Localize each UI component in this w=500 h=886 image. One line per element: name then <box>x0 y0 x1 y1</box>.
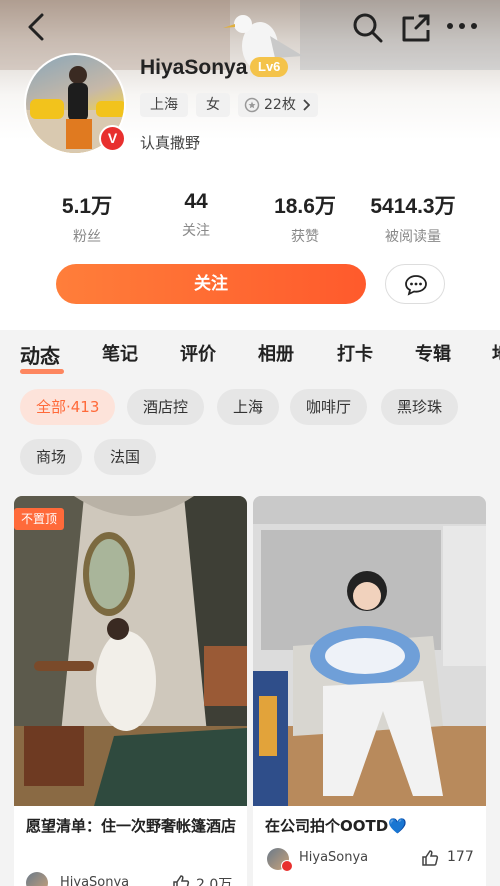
tab-checkin[interactable]: 打卡 <box>337 340 373 366</box>
content-tabs: 动态 笔记 评价 相册 打卡 专辑 地 <box>0 340 500 376</box>
chip-cafe[interactable]: 咖啡厅 <box>290 389 368 425</box>
back-icon[interactable] <box>24 12 50 42</box>
tag-gender: 女 <box>196 93 230 117</box>
verified-icon: V <box>99 125 126 152</box>
verified-icon <box>281 860 293 872</box>
post-image <box>253 496 486 806</box>
bio: 认真撒野 <box>140 134 201 152</box>
chip-france[interactable]: 法国 <box>94 439 157 475</box>
post-card[interactable]: 愿望清单：住一次野奢帐篷酒店 HiyaSonya 2.0万 <box>14 496 247 886</box>
chip-all[interactable]: 全部·413 <box>20 389 116 425</box>
post-image <box>14 496 247 806</box>
post-card[interactable]: 在公司拍个OOTD💙 HiyaSonya 177 <box>253 496 486 886</box>
stat-reads[interactable]: 5414.3万 被阅读量 <box>363 190 463 246</box>
stat-likes[interactable]: 18.6万 获赞 <box>255 190 355 246</box>
follow-button[interactable]: 关注 <box>56 264 366 304</box>
more-icon[interactable] <box>446 20 478 32</box>
chip-black-pearl[interactable]: 黑珍珠 <box>381 389 459 425</box>
username: HiyaSonya <box>140 56 248 79</box>
chip-hotel[interactable]: 酒店控 <box>127 389 205 425</box>
pin-badge: 不置顶 <box>14 508 65 530</box>
level-badge: Lv6 <box>250 57 289 77</box>
like-icon[interactable] <box>172 874 190 886</box>
tab-reviews[interactable]: 评价 <box>180 340 216 366</box>
stat-following[interactable]: 44 关注 <box>146 190 246 240</box>
stat-reads-label: 被阅读量 <box>385 229 441 245</box>
tab-album[interactable]: 相册 <box>258 340 294 366</box>
author-avatar <box>26 872 48 886</box>
stat-following-value: 44 <box>184 190 208 213</box>
post-likes: 177 <box>447 849 474 865</box>
tab-notes[interactable]: 笔记 <box>102 340 138 366</box>
stat-following-label: 关注 <box>182 223 210 239</box>
message-button[interactable] <box>385 264 445 304</box>
chip-shanghai[interactable]: 上海 <box>217 389 280 425</box>
post-author: HiyaSonya <box>60 875 130 886</box>
chevron-right-icon <box>303 99 310 111</box>
stat-fans[interactable]: 5.1万 粉丝 <box>37 190 137 246</box>
message-icon <box>405 275 427 296</box>
tag-location: 上海 <box>140 93 188 117</box>
medal-count-button[interactable]: 22枚 <box>238 93 318 117</box>
stat-likes-value: 18.6万 <box>274 195 336 218</box>
active-tab-indicator <box>20 369 64 374</box>
stat-likes-label: 获赞 <box>291 229 319 245</box>
share-icon[interactable] <box>400 12 432 44</box>
search-icon[interactable] <box>352 12 384 44</box>
top-bar <box>0 0 500 56</box>
post-author: HiyaSonya <box>299 850 369 865</box>
stat-fans-label: 粉丝 <box>73 229 101 245</box>
tab-dynamics[interactable]: 动态 <box>20 340 60 369</box>
post-likes: 2.0万 <box>196 877 233 886</box>
stat-fans-value: 5.1万 <box>61 195 113 218</box>
chip-mall[interactable]: 商场 <box>20 439 83 475</box>
tab-collections[interactable]: 专辑 <box>415 340 451 366</box>
like-icon[interactable] <box>421 849 439 867</box>
post-title: 愿望清单：住一次野奢帐篷酒店 <box>26 817 237 835</box>
stat-reads-value: 5414.3万 <box>370 195 456 218</box>
medal-count: 22枚 <box>264 97 296 113</box>
medal-icon <box>244 97 260 113</box>
post-title: 在公司拍个OOTD💙 <box>265 817 407 835</box>
tab-map[interactable]: 地 <box>492 340 500 366</box>
